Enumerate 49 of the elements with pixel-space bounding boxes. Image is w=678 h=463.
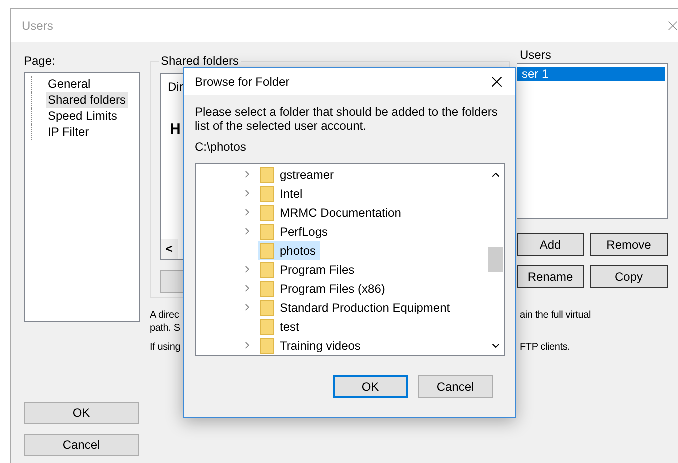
folder-icon [260, 224, 274, 240]
folder-item[interactable]: gstreamer [258, 165, 338, 184]
ok-button[interactable]: OK [333, 375, 408, 398]
window-title: Users [22, 18, 54, 32]
user-action-button[interactable]: Remove [590, 233, 668, 256]
note-text: ain the full virtual [520, 309, 592, 322]
tree-item[interactable]: Shared folders [46, 92, 128, 108]
user-action-button[interactable]: Rename [517, 265, 584, 288]
scroll-left-button[interactable]: < [161, 239, 178, 259]
folder-icon [260, 280, 274, 296]
folder-item[interactable]: photos [258, 241, 320, 260]
folder-item[interactable]: Intel [258, 184, 307, 203]
folder-icon [260, 186, 274, 202]
folder-item[interactable]: test [258, 317, 304, 336]
scroll-thumb[interactable] [488, 247, 503, 272]
user-action-button[interactable]: Add [517, 233, 584, 256]
folder-icon [260, 318, 274, 334]
folder-icon [260, 242, 274, 258]
list-text: H [170, 121, 181, 138]
folder-icon [260, 300, 274, 316]
note-text: If using [150, 341, 181, 354]
selected-path: C:\photos [195, 140, 248, 154]
dialog-title: Browse for Folder [195, 74, 290, 88]
note-text: path. S [150, 322, 180, 335]
folder-item[interactable]: Program Files [258, 260, 359, 279]
note-text: FTP clients. [520, 341, 570, 354]
folder-item[interactable]: Training videos [258, 336, 365, 355]
folder-icon [260, 166, 274, 182]
column-header[interactable]: Dir [168, 80, 184, 94]
cancel-button[interactable]: Cancel [24, 434, 139, 456]
folder-icon [260, 204, 274, 220]
folder-item[interactable]: PerfLogs [258, 222, 332, 241]
folder-item[interactable]: MRMC Documentation [258, 203, 406, 222]
tree-item[interactable]: Speed Limits [46, 108, 120, 124]
folder-item[interactable]: Standard Production Equipment [258, 298, 454, 317]
user-action-button[interactable]: Copy [590, 265, 668, 288]
ok-button[interactable]: OK [24, 402, 139, 424]
note-text: A direc [150, 309, 180, 322]
user-item[interactable]: ser 1 [517, 67, 665, 81]
cancel-button[interactable]: Cancel [418, 375, 493, 398]
tree-item[interactable]: General [46, 76, 93, 92]
folder-icon [260, 262, 274, 278]
tree-item[interactable]: IP Filter [46, 124, 92, 140]
dialog-message: Please select a folder that should be added to the folders list of the selected user account. [195, 105, 499, 133]
folder-item[interactable]: Program Files (x86) [258, 279, 390, 298]
users-label: Users [520, 48, 552, 62]
folder-icon [260, 338, 274, 354]
page-label: Page: [24, 54, 56, 69]
group-label: Shared folders [159, 54, 242, 68]
